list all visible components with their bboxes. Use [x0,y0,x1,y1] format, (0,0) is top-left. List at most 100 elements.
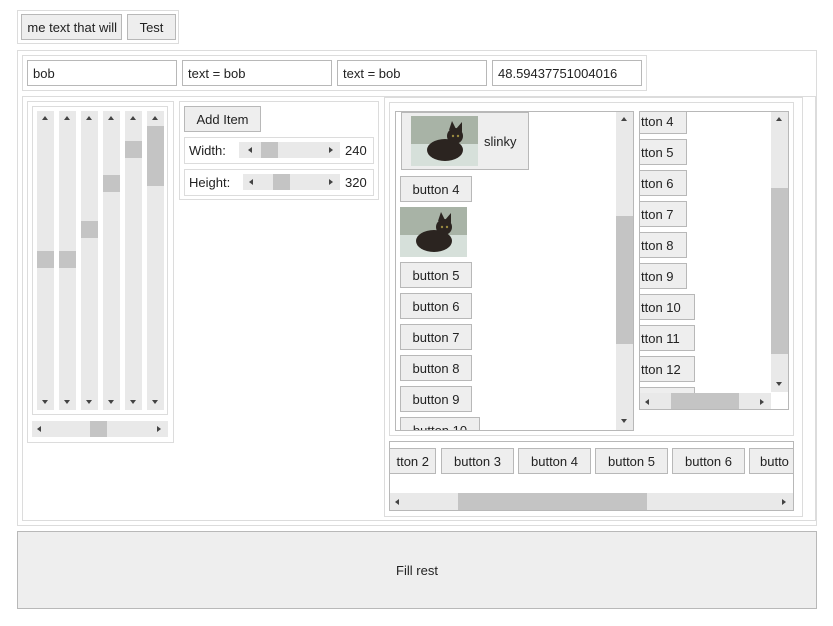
vertical-slider[interactable] [125,111,142,410]
list-button[interactable]: tton 4 [640,112,687,134]
arrow-up-icon[interactable] [86,116,92,120]
list-button-label: tton 6 [641,175,674,191]
arrow-down-icon[interactable] [64,400,70,404]
height-slider[interactable] [243,174,340,190]
arrow-down-icon[interactable] [130,400,136,404]
list-button[interactable]: tton 9 [640,263,687,289]
list-button[interactable]: butto [749,448,793,474]
scrollbar-thumb[interactable] [771,188,788,354]
list-button[interactable]: button 9 [400,386,472,412]
arrow-down-icon[interactable] [86,400,92,404]
list-button[interactable]: tton 10 [640,294,695,320]
list-button[interactable]: button 6 [672,448,745,474]
arrow-down-icon[interactable] [108,400,114,404]
list-button-label: button 4 [531,453,578,469]
arrow-right-icon[interactable] [329,179,333,185]
arrow-right-icon[interactable] [782,499,786,505]
slider-thumb[interactable] [90,421,107,437]
narrow-list-scroll[interactable]: tton 4 tton 5 tton 6 tton 7 tton 8 tton … [639,111,789,410]
list-button-label: button 4 [412,181,460,197]
vertical-slider[interactable] [147,111,164,410]
scrollbar-thumb[interactable] [458,493,647,510]
list-button-label: tton 2 [396,453,429,469]
arrow-down-icon[interactable] [42,400,48,404]
list-button[interactable]: button 4 [518,448,591,474]
number-field[interactable]: 48.59437751004016 [492,60,642,86]
list-button[interactable]: tton 5 [640,139,687,165]
arrow-up-icon[interactable] [152,116,158,120]
list-button[interactable]: tton 6 [640,170,687,196]
text-field-2[interactable]: text = bob [337,60,487,86]
vertical-scrollbar[interactable] [771,112,788,392]
slider-thumb[interactable] [125,141,142,158]
slinky-button[interactable]: slinky [401,112,529,170]
list-button[interactable]: button 3 [441,448,514,474]
slinky-label: slinky [484,133,517,149]
list-button[interactable]: button 8 [400,355,472,381]
arrow-up-icon[interactable] [108,116,114,120]
arrow-up-icon[interactable] [621,117,627,121]
scrollbar-thumb[interactable] [671,393,739,409]
list-button-label: button 9 [412,391,460,407]
width-slider-thumb[interactable] [261,142,278,158]
arrow-up-icon[interactable] [42,116,48,120]
height-value: 320 [345,175,367,190]
list-button[interactable]: tton 7 [640,201,687,227]
vertical-slider[interactable] [59,111,76,410]
overflow-text-button[interactable]: me text that will [21,14,122,40]
list-button[interactable]: tton 2 [390,448,436,474]
horizontal-list-scroll[interactable]: tton 2 button 3 button 4 button 5 button… [389,441,794,511]
test-button-label: Test [139,19,164,35]
name-field[interactable]: bob [27,60,177,86]
arrow-left-icon[interactable] [249,179,253,185]
vertical-slider[interactable] [103,111,120,410]
slider-thumb[interactable] [147,126,164,186]
list-button[interactable]: button 6 [400,293,472,319]
height-label: Height: [189,175,231,190]
arrow-left-icon[interactable] [248,147,252,153]
vertical-slider[interactable] [37,111,54,410]
slider-thumb[interactable] [103,175,120,192]
horizontal-scrollbar[interactable] [640,393,771,409]
arrow-left-icon[interactable] [645,399,649,405]
slider-thumb[interactable] [59,251,76,268]
height-slider-thumb[interactable] [273,174,290,190]
list-button[interactable]: button 4 [400,176,472,202]
list-button-label: button 6 [412,298,460,314]
arrow-down-icon[interactable] [776,382,782,386]
list-button-label: button 8 [412,360,460,376]
fill-rest-button[interactable]: Fill rest [17,531,817,609]
arrow-up-icon[interactable] [776,117,782,121]
arrow-right-icon[interactable] [329,147,333,153]
list-button[interactable]: button 10 [400,417,480,430]
list-button[interactable]: button 7 [400,324,472,350]
vertical-slider[interactable] [81,111,98,410]
arrow-up-icon[interactable] [64,116,70,120]
slider-thumb[interactable] [81,221,98,238]
cat-photo-icon [400,207,467,257]
test-button[interactable]: Test [127,14,176,40]
list-button[interactable]: tton 8 [640,232,687,258]
vertical-scrollbar[interactable] [616,112,633,430]
arrow-down-icon[interactable] [621,419,627,423]
list-button[interactable]: tton 11 [640,325,695,351]
image-list-scroll[interactable]: slinky button 4 button 5 button 6 button… [395,111,634,431]
list-button[interactable]: button 5 [400,262,472,288]
add-item-button[interactable]: Add Item [184,106,261,132]
list-button-label: button 5 [608,453,655,469]
width-slider[interactable] [239,142,340,158]
horizontal-slider[interactable] [32,421,168,437]
list-button[interactable]: button 5 [595,448,668,474]
arrow-left-icon[interactable] [395,499,399,505]
list-button[interactable]: tton 12 [640,356,695,382]
width-label: Width: [189,143,226,158]
horizontal-scrollbar[interactable] [390,493,793,510]
arrow-left-icon[interactable] [37,426,41,432]
arrow-right-icon[interactable] [157,426,161,432]
arrow-up-icon[interactable] [130,116,136,120]
arrow-down-icon[interactable] [152,400,158,404]
scrollbar-thumb[interactable] [616,216,633,344]
text-field-1[interactable]: text = bob [182,60,332,86]
arrow-right-icon[interactable] [760,399,764,405]
slider-thumb[interactable] [37,251,54,268]
